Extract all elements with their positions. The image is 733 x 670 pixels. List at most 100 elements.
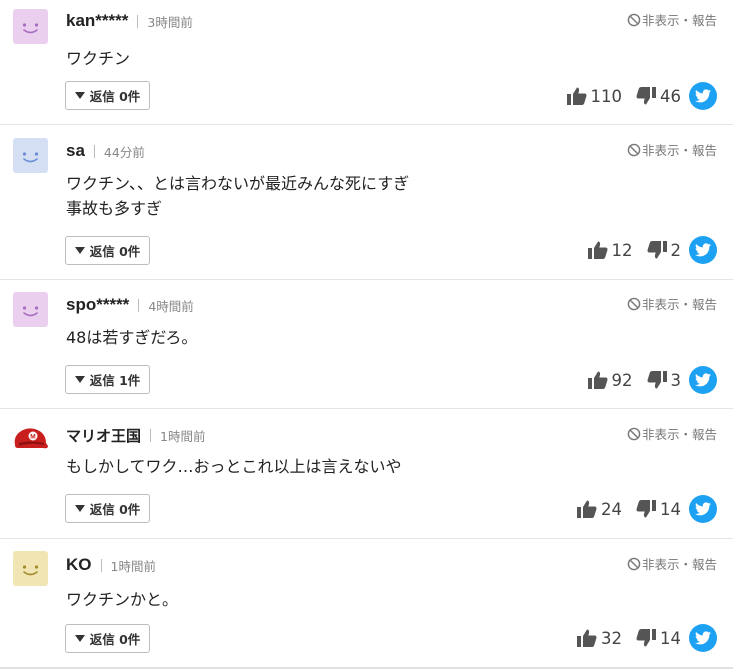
hide-report-label: 非表示・報告 bbox=[641, 297, 717, 312]
avatar[interactable] bbox=[13, 292, 48, 327]
ban-icon bbox=[627, 297, 641, 310]
comment-item: kan***** 3時間前 非表示・報告 ワクチン 返信 0件 110 46 bbox=[0, 0, 733, 125]
comment-actions: 32 14 bbox=[577, 624, 717, 652]
hide-report-label: 非表示・報告 bbox=[641, 143, 717, 158]
dislike-button[interactable]: 14 bbox=[636, 629, 681, 648]
thumbs-down-icon bbox=[636, 629, 656, 647]
separator bbox=[137, 14, 139, 28]
caret-down-icon bbox=[74, 505, 85, 512]
reply-button[interactable]: 返信 0件 bbox=[65, 81, 150, 110]
thumbs-down-icon bbox=[636, 87, 656, 105]
hide-report-link[interactable]: 非表示・報告 bbox=[627, 10, 717, 29]
thumbs-up-icon bbox=[566, 87, 586, 105]
comment-item: spo***** 4時間前 非表示・報告 48は若すぎだろ。 返信 1件 92 … bbox=[0, 280, 733, 409]
thumbs-up-icon bbox=[577, 500, 597, 518]
user-name[interactable]: spo***** bbox=[66, 295, 129, 315]
dislike-count: 14 bbox=[660, 499, 681, 519]
comment-line: もしかしてワク…おっとこれ以上は言えないや bbox=[66, 457, 402, 476]
caret-down-icon bbox=[74, 376, 85, 383]
comment-actions: 24 14 bbox=[577, 495, 717, 523]
like-count: 110 bbox=[590, 86, 623, 106]
comment-line: 48は若すぎだろ。 bbox=[66, 328, 198, 347]
comment-text: 48は若すぎだろ。 bbox=[66, 325, 197, 350]
twitter-bird-icon bbox=[695, 373, 711, 387]
reply-count-label: 返信 0件 bbox=[89, 89, 141, 104]
twitter-share-button[interactable] bbox=[689, 366, 717, 394]
dislike-button[interactable]: 2 bbox=[647, 240, 682, 260]
comment-header: sa 44分前 bbox=[66, 138, 145, 164]
like-button[interactable]: 110 bbox=[566, 86, 623, 106]
thumbs-up-icon bbox=[577, 629, 597, 647]
avatar[interactable] bbox=[13, 551, 48, 586]
dislike-button[interactable]: 3 bbox=[647, 370, 682, 390]
thumbs-down-icon bbox=[647, 371, 667, 389]
comment-text: ワクチン、、とは言わないが最近みんな死にすぎ 事故も多すぎ bbox=[66, 171, 409, 221]
thumbs-up-icon bbox=[587, 241, 607, 259]
hide-report-link[interactable]: 非表示・報告 bbox=[627, 424, 717, 443]
comment-actions: 110 46 bbox=[566, 82, 717, 110]
comment-header: マリオ王国 1時間前 bbox=[66, 422, 205, 448]
separator bbox=[93, 144, 95, 158]
like-button[interactable]: 24 bbox=[577, 500, 622, 519]
hide-report-label: 非表示・報告 bbox=[641, 427, 717, 442]
hide-report-link[interactable]: 非表示・報告 bbox=[627, 140, 717, 159]
comment-line: ワクチンかと。 bbox=[66, 590, 179, 609]
dislike-count: 3 bbox=[670, 370, 682, 390]
comment-item: M マリオ王国 1時間前 非表示・報告 もしかしてワク…おっとこれ以上は言えない… bbox=[0, 409, 733, 539]
separator bbox=[150, 428, 152, 442]
caret-down-icon bbox=[74, 635, 85, 642]
thumbs-up-icon bbox=[587, 371, 607, 389]
comment-actions: 92 3 bbox=[587, 366, 717, 394]
thumbs-down-icon bbox=[636, 500, 656, 518]
user-name[interactable]: マリオ王国 bbox=[66, 425, 141, 446]
reply-button[interactable]: 返信 1件 bbox=[65, 365, 150, 394]
user-name[interactable]: KO bbox=[66, 555, 92, 575]
comment-header: spo***** 4時間前 bbox=[66, 292, 194, 318]
svg-text:M: M bbox=[30, 434, 35, 441]
avatar[interactable] bbox=[13, 9, 48, 44]
dislike-count: 46 bbox=[660, 86, 681, 106]
dislike-button[interactable]: 14 bbox=[636, 500, 681, 519]
reply-button[interactable]: 返信 0件 bbox=[65, 494, 150, 523]
dislike-count: 14 bbox=[660, 628, 681, 648]
twitter-share-button[interactable] bbox=[689, 495, 717, 523]
dislike-button[interactable]: 46 bbox=[636, 87, 681, 106]
like-button[interactable]: 92 bbox=[587, 370, 633, 390]
comment-line: ワクチン、、とは言わないが最近みんな死にすぎ bbox=[66, 174, 410, 193]
user-name[interactable]: kan***** bbox=[66, 11, 128, 31]
like-count: 24 bbox=[601, 499, 622, 519]
avatar[interactable] bbox=[13, 138, 48, 173]
like-count: 12 bbox=[611, 240, 633, 260]
comment-line: ワクチン bbox=[66, 49, 131, 68]
hide-report-label: 非表示・報告 bbox=[641, 13, 717, 28]
reply-button[interactable]: 返信 0件 bbox=[65, 624, 150, 653]
comment-header: kan***** 3時間前 bbox=[66, 8, 193, 34]
reply-count-label: 返信 0件 bbox=[89, 502, 141, 517]
twitter-bird-icon bbox=[695, 89, 711, 103]
hide-report-link[interactable]: 非表示・報告 bbox=[627, 294, 717, 313]
twitter-share-button[interactable] bbox=[689, 236, 717, 264]
caret-down-icon bbox=[74, 92, 85, 99]
like-count: 92 bbox=[611, 370, 633, 390]
dislike-count: 2 bbox=[670, 240, 682, 260]
comment-line: 事故も多すぎ bbox=[66, 199, 163, 218]
caret-down-icon bbox=[74, 247, 85, 254]
comment-text: もしかしてワク…おっとこれ以上は言えないや bbox=[66, 454, 402, 479]
twitter-share-button[interactable] bbox=[689, 82, 717, 110]
twitter-bird-icon bbox=[695, 243, 711, 257]
user-name[interactable]: sa bbox=[66, 141, 85, 161]
comment-header: KO 1時間前 bbox=[66, 552, 156, 578]
ban-icon bbox=[627, 143, 641, 156]
reply-count-label: 返信 1件 bbox=[89, 373, 141, 388]
comment-text: ワクチン bbox=[66, 46, 130, 71]
like-button[interactable]: 32 bbox=[577, 629, 622, 648]
reply-button[interactable]: 返信 0件 bbox=[65, 236, 150, 265]
thumbs-down-icon bbox=[647, 241, 667, 259]
hide-report-link[interactable]: 非表示・報告 bbox=[627, 554, 717, 573]
ban-icon bbox=[627, 557, 641, 570]
avatar[interactable]: M bbox=[13, 421, 48, 456]
ban-icon bbox=[627, 13, 641, 26]
like-button[interactable]: 12 bbox=[587, 240, 633, 260]
timestamp: 4時間前 bbox=[148, 298, 194, 314]
twitter-share-button[interactable] bbox=[689, 624, 717, 652]
